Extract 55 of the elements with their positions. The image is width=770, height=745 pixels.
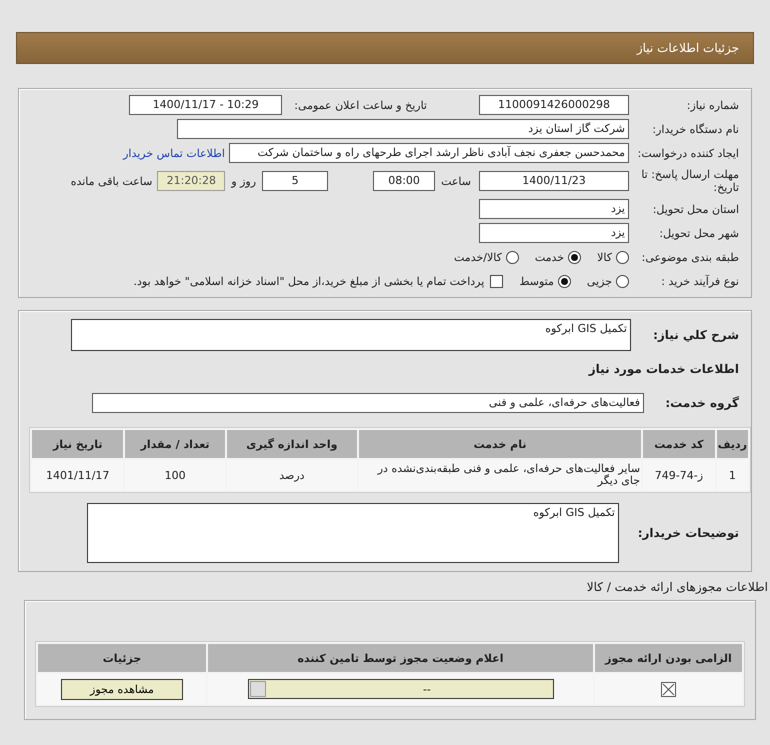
status-dropdown[interactable]: -- bbox=[248, 679, 554, 699]
field-label: شماره نیاز: bbox=[686, 98, 739, 112]
option-label: خدمت bbox=[534, 250, 564, 264]
view-permit-button[interactable]: مشاهده مجوز bbox=[61, 678, 183, 700]
column-header: اعلام وضعیت مجوز توسط تامین کننده bbox=[208, 644, 593, 672]
city-field[interactable]: یزد bbox=[479, 223, 629, 243]
column-header: تاریخ نیاز bbox=[32, 430, 124, 458]
column-header: تعداد / مقدار bbox=[125, 430, 225, 458]
radio-button[interactable] bbox=[558, 274, 571, 288]
column-header: ردیف bbox=[716, 430, 748, 458]
radio-button[interactable] bbox=[616, 274, 629, 288]
column-header: کد خدمت bbox=[643, 430, 715, 458]
checkbox-label: پرداخت تمام یا بخشی از مبلغ خرید،از محل "اسناد خزانه اسلامی" خواهد بود. bbox=[134, 274, 484, 288]
field-label: شرح کلي نياز: bbox=[652, 328, 739, 342]
option-label: متوسط bbox=[519, 274, 554, 288]
deadline-date-field[interactable]: 1400/11/23 bbox=[479, 171, 629, 191]
field-label: توضیحات خریدار: bbox=[636, 526, 739, 540]
option-label: کالا bbox=[597, 250, 612, 264]
field-label: تاریخ و ساعت اعلان عمومی: bbox=[294, 98, 427, 112]
option-label: جزیی bbox=[586, 274, 612, 288]
radio-button[interactable] bbox=[616, 250, 629, 264]
summary-field[interactable]: تکمیل GIS ابرکوه bbox=[71, 319, 631, 351]
radio-button[interactable] bbox=[568, 250, 582, 264]
service-group-field[interactable]: فعالیت‌های حرفه‌ای، علمی و فنی bbox=[92, 393, 644, 413]
requester-field[interactable]: محمدحسن جعفری نجف آبادی ناظر ارشد اجرای طرحهای راه و ساختمان شرکت bbox=[229, 143, 629, 163]
days-field[interactable]: 5 bbox=[262, 171, 328, 191]
column-header: واحد اندازه گیری bbox=[226, 430, 358, 458]
time-field[interactable]: 08:00 bbox=[373, 171, 436, 191]
remaining-time-field: 21:20:28 bbox=[157, 171, 226, 191]
section-title: اطلاعات مجوزهای ارائه خدمت / کالا bbox=[586, 580, 768, 594]
field-label: طبقه بندی موضوعی: bbox=[640, 250, 739, 264]
need-number-field[interactable]: 1100091426000298 bbox=[479, 95, 629, 115]
field-label: ساعت باقی مانده bbox=[70, 174, 152, 188]
radio-button[interactable] bbox=[506, 250, 519, 264]
field-label: نام دستگاه خریدار: bbox=[651, 122, 739, 136]
field-label: شهر محل تحویل: bbox=[658, 226, 739, 240]
contact-link[interactable]: اطلاعات تماس خریدار bbox=[123, 146, 225, 160]
option-label: کالا/خدمت bbox=[454, 250, 502, 264]
buyer-org-field[interactable]: شرکت گاز استان یزد bbox=[177, 119, 629, 139]
announce-date-field[interactable]: 1400/11/17 - 10:29 bbox=[129, 95, 282, 115]
page-header: جزئیات اطلاعات نیاز bbox=[16, 32, 754, 64]
checkbox[interactable] bbox=[490, 274, 504, 288]
section-heading: اطلاعات خدمات مورد نیاز bbox=[588, 362, 739, 376]
field-label: روز و bbox=[231, 174, 256, 188]
province-field[interactable]: یزد bbox=[479, 199, 629, 219]
column-header: جزئیات bbox=[38, 644, 206, 672]
field-label: مهلت ارسال پاسخ: تا تاریخ: bbox=[640, 168, 739, 194]
column-header: الزامی بودن ارائه مجوز bbox=[595, 644, 742, 672]
field-label: گروه خدمت: bbox=[664, 396, 739, 410]
field-label: ایجاد کننده درخواست: bbox=[636, 146, 739, 160]
buyer-notes-field[interactable]: تکمیل GIS ابرکوه bbox=[87, 503, 619, 563]
field-label: استان محل تحویل: bbox=[652, 202, 739, 216]
column-header: نام خدمت bbox=[359, 430, 642, 458]
field-label: ساعت bbox=[441, 174, 471, 188]
field-label: نوع فرآیند خرید : bbox=[660, 274, 739, 288]
